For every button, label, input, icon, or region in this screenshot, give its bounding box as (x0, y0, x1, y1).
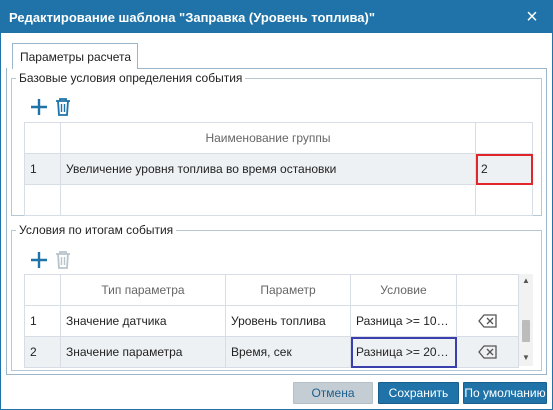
row-value-cell[interactable]: 2 (475, 153, 533, 185)
row-param-type[interactable]: Значение датчика (60, 305, 226, 337)
scroll-up-arrow[interactable]: ▲ (519, 275, 533, 287)
row-param[interactable]: Время, сек (225, 336, 351, 368)
row-condition[interactable]: Разница >= 20с... (350, 336, 457, 368)
trash-icon (53, 249, 73, 271)
row-delete-cell (456, 305, 519, 337)
dialog-titlebar: Редактирование шаблона "Заправка (Уровен… (1, 1, 552, 33)
base-conditions-table: Наименование группы 1 Увеличение уровня … (24, 122, 533, 216)
row-group-name[interactable]: Увеличение уровня топлива во время остан… (60, 153, 476, 185)
base-toolbar (29, 96, 89, 120)
result-toolbar (29, 249, 89, 273)
empty-cell (475, 184, 533, 216)
column-header-actions (456, 274, 519, 306)
dialog-window: Редактирование шаблона "Заправка (Уровен… (0, 0, 553, 410)
row-param[interactable]: Уровень топлива (225, 305, 351, 337)
table-row[interactable]: 1 Значение датчика Уровень топлива Разни… (24, 305, 519, 337)
row-index: 1 (24, 305, 61, 337)
scroll-thumb[interactable] (522, 320, 530, 342)
empty-cell (60, 184, 476, 216)
column-header-value (475, 122, 533, 154)
result-conditions-table: Тип параметра Параметр Условие 1 Значени… (24, 274, 519, 368)
column-header-param-type: Тип параметра (60, 274, 226, 306)
row-delete-cell (456, 336, 519, 368)
row-condition[interactable]: Разница >= 10ед. (350, 305, 457, 337)
scroll-down-arrow[interactable]: ▼ (519, 352, 533, 364)
table-header: Тип параметра Параметр Условие (24, 274, 519, 306)
cancel-button[interactable]: Отмена (293, 382, 373, 404)
column-header-index (24, 122, 61, 154)
table-row[interactable]: 2 Значение параметра Время, сек Разница … (24, 336, 519, 368)
table-row[interactable]: 1 Увеличение уровня топлива во время ост… (24, 153, 533, 185)
dialog-title: Редактирование шаблона "Заправка (Уровен… (9, 10, 376, 25)
table-header: Наименование группы (24, 122, 533, 154)
column-header-condition: Условие (350, 274, 457, 306)
tab-label: Параметры расчета (20, 50, 132, 64)
column-header-param: Параметр (225, 274, 351, 306)
plus-icon[interactable] (29, 249, 49, 271)
result-table-scrollbar[interactable]: ▲ ▼ (518, 274, 533, 366)
close-icon[interactable]: × (522, 7, 542, 27)
base-conditions-legend: Базовые условия определения события (19, 71, 243, 85)
tab-calc-params[interactable]: Параметры расчета (12, 43, 138, 69)
column-header-index (24, 274, 61, 306)
result-conditions-legend: Условия по итогам события (19, 223, 174, 237)
save-button[interactable]: Сохранить (378, 382, 459, 404)
empty-row (24, 184, 533, 216)
row-param-type[interactable]: Значение параметра (60, 336, 226, 368)
row-index: 2 (24, 336, 61, 368)
empty-cell (24, 184, 61, 216)
row-index: 1 (24, 153, 61, 185)
trash-icon[interactable] (53, 96, 73, 118)
backspace-icon[interactable] (462, 345, 513, 359)
column-header-group-name: Наименование группы (60, 122, 476, 154)
default-button[interactable]: По умолчанию (463, 382, 547, 404)
plus-icon[interactable] (29, 96, 49, 118)
tab-panel: Базовые условия определения события Наим… (6, 68, 547, 375)
backspace-icon[interactable] (462, 314, 513, 328)
